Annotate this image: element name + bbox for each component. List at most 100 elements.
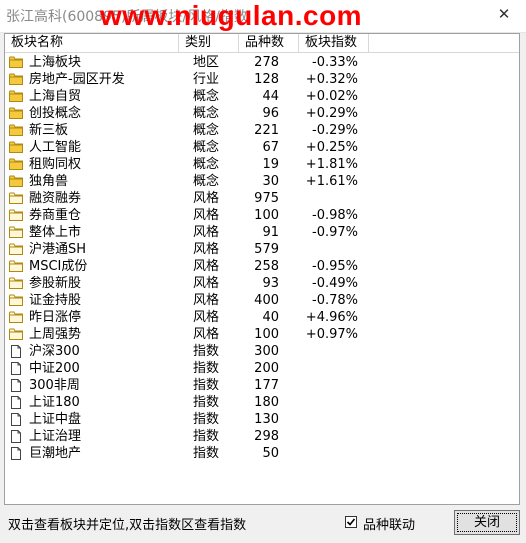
list-item[interactable]: 融资融券 风格 975	[5, 190, 519, 207]
row-type: 地区	[193, 55, 220, 70]
row-index: +4.96%	[305, 310, 358, 325]
sector-list[interactable]: 板块名称 类别 品种数 板块指数 上海板块 地区 278 -0.33% 房地产-园区开发…	[4, 33, 520, 505]
folder-filled-icon	[9, 107, 23, 119]
folder-outline-icon	[9, 209, 23, 221]
folder-filled-icon	[9, 90, 23, 102]
page-icon	[9, 413, 23, 426]
row-count: 93	[262, 276, 279, 291]
list-item[interactable]: 上证中盘 指数 130	[5, 411, 519, 428]
row-name: 融资融券	[29, 191, 82, 206]
list-item[interactable]: 上证治理 指数 298	[5, 428, 519, 445]
list-item[interactable]: 上海自贸 概念 44 +0.02%	[5, 88, 519, 105]
row-type: 指数	[193, 361, 220, 376]
folder-outline-icon	[9, 192, 23, 204]
row-name: 300非周	[29, 378, 80, 393]
list-item[interactable]: 房地产-园区开发 行业 128 +0.32%	[5, 71, 519, 88]
list-item[interactable]: 昨日涨停 风格 40 +4.96%	[5, 309, 519, 326]
row-count: 96	[262, 106, 279, 121]
link-stocks-checkbox[interactable]	[345, 516, 357, 528]
row-name: 新三板	[29, 123, 69, 138]
hint-text: 双击查看板块并定位,双击指数区查看指数	[8, 518, 247, 533]
folder-filled-icon	[9, 124, 23, 136]
row-type: 概念	[193, 106, 220, 121]
row-type: 概念	[193, 157, 220, 172]
watermark: www.niugulan.com	[100, 0, 363, 31]
page-icon	[9, 362, 23, 375]
row-index	[300, 445, 358, 462]
row-count: 278	[254, 55, 279, 70]
row-index: -0.95%	[312, 259, 358, 274]
list-item[interactable]: 沪港通SH 风格 579	[5, 241, 519, 258]
column-header-index[interactable]: 板块指数	[299, 34, 369, 52]
list-item[interactable]: 整体上市 风格 91 -0.97%	[5, 224, 519, 241]
row-name: 昨日涨停	[29, 310, 82, 325]
row-type: 概念	[193, 123, 220, 138]
list-item[interactable]: 中证200 指数 200	[5, 360, 519, 377]
row-count: 44	[262, 89, 279, 104]
list-item[interactable]: 巨潮地产 指数 50	[5, 445, 519, 462]
list-item[interactable]: 参股新股 风格 93 -0.49%	[5, 275, 519, 292]
list-item[interactable]: 上周强势 风格 100 +0.97%	[5, 326, 519, 343]
link-stocks-label[interactable]: 品种联动	[363, 514, 415, 533]
row-count: 100	[254, 208, 279, 223]
column-header-name[interactable]: 板块名称	[5, 34, 179, 52]
list-item[interactable]: 人工智能 概念 67 +0.25%	[5, 139, 519, 156]
row-name: 参股新股	[29, 276, 82, 291]
checkmark-icon	[346, 518, 356, 526]
row-index: +0.29%	[305, 106, 358, 121]
row-name: 上海板块	[29, 55, 82, 70]
row-index: -0.97%	[312, 225, 358, 240]
folder-filled-icon	[9, 73, 23, 85]
row-index: -0.98%	[312, 208, 358, 223]
row-count: 30	[262, 174, 279, 189]
column-header-count[interactable]: 品种数	[239, 34, 299, 52]
row-name: 上海自贸	[29, 89, 82, 104]
list-item[interactable]: 券商重仓 风格 100 -0.98%	[5, 207, 519, 224]
close-button[interactable]: 关闭	[454, 510, 520, 535]
list-item[interactable]: 新三板 概念 221 -0.29%	[5, 122, 519, 139]
row-index	[300, 377, 358, 394]
row-type: 风格	[193, 208, 220, 223]
list-item[interactable]: 上证180 指数 180	[5, 394, 519, 411]
folder-outline-icon	[9, 243, 23, 255]
column-header-type[interactable]: 类别	[179, 34, 239, 52]
row-count: 67	[262, 140, 279, 155]
close-icon[interactable]: ✕	[496, 6, 512, 22]
list-item[interactable]: 300非周 指数 177	[5, 377, 519, 394]
row-type: 概念	[193, 174, 220, 189]
row-type: 指数	[193, 429, 220, 444]
row-index: -0.29%	[312, 123, 358, 138]
row-type: 风格	[193, 259, 220, 274]
folder-outline-icon	[9, 294, 23, 306]
list-item[interactable]: 独角兽 概念 30 +1.61%	[5, 173, 519, 190]
list-item[interactable]: 证金持股 风格 400 -0.78%	[5, 292, 519, 309]
row-name: 巨潮地产	[29, 446, 82, 461]
list-item[interactable]: 租购同权 概念 19 +1.81%	[5, 156, 519, 173]
row-name: 上证中盘	[29, 412, 82, 427]
row-type: 风格	[193, 225, 220, 240]
list-item[interactable]: 创投概念 概念 96 +0.29%	[5, 105, 519, 122]
row-name: 沪港通SH	[29, 242, 87, 257]
row-index: +0.32%	[305, 72, 358, 87]
row-name: 上证180	[29, 395, 80, 410]
row-name: 整体上市	[29, 225, 82, 240]
row-index: -0.78%	[312, 293, 358, 308]
row-count: 177	[254, 378, 279, 393]
row-index: -0.33%	[312, 55, 358, 70]
row-type: 概念	[193, 89, 220, 104]
row-index	[300, 411, 358, 428]
list-item[interactable]: MSCI成份 风格 258 -0.95%	[5, 258, 519, 275]
row-count: 128	[254, 72, 279, 87]
list-item[interactable]: 上海板块 地区 278 -0.33%	[5, 54, 519, 71]
folder-outline-icon	[9, 328, 23, 340]
row-name: 上周强势	[29, 327, 82, 342]
row-name: 证金持股	[29, 293, 82, 308]
row-name: 上证治理	[29, 429, 82, 444]
row-count: 19	[262, 157, 279, 172]
row-index	[300, 190, 358, 207]
list-item[interactable]: 沪深300 指数 300	[5, 343, 519, 360]
row-name: 创投概念	[29, 106, 82, 121]
row-index	[300, 394, 358, 411]
row-type: 指数	[193, 344, 220, 359]
row-index	[300, 343, 358, 360]
